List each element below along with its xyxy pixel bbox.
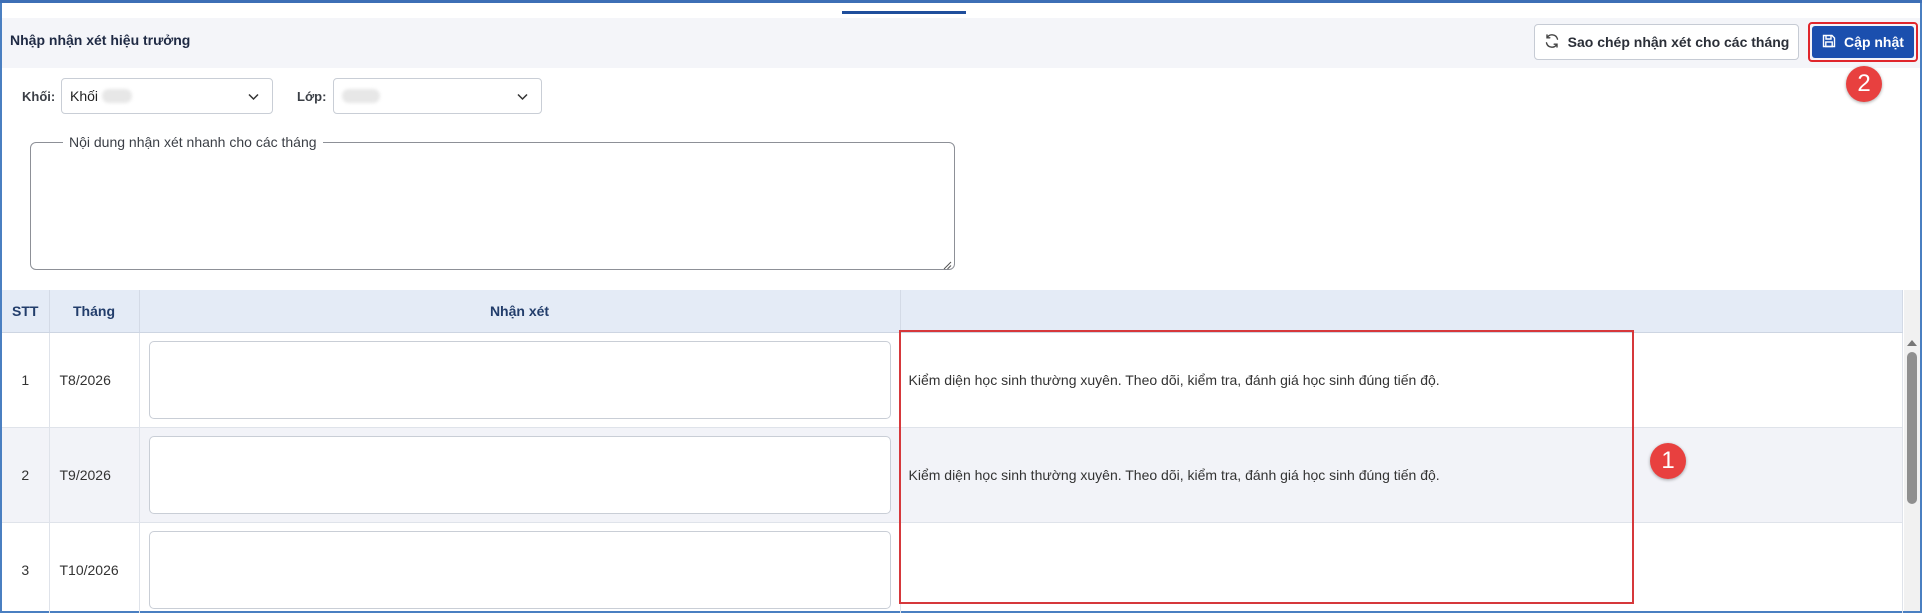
page-title: Nhập nhận xét hiệu trưởng xyxy=(10,32,191,48)
comment-input[interactable] xyxy=(148,435,891,514)
update-button-label: Cập nhật xyxy=(1844,34,1904,50)
table-scrollbar[interactable] xyxy=(1904,290,1920,611)
row-stt: 2 xyxy=(2,427,50,523)
grade-label: Khối: xyxy=(22,89,56,104)
chevron-down-icon xyxy=(516,90,529,103)
row-comment-cell xyxy=(139,522,901,613)
row-stt: 3 xyxy=(2,522,50,613)
update-button-highlight: Cập nhật xyxy=(1808,22,1918,62)
row-suggestion[interactable]: Kiểm diện học sinh thường xuyên. Theo dõ… xyxy=(900,332,1903,428)
annotation-badge-2: 2 xyxy=(1846,66,1882,102)
row-comment-cell xyxy=(139,427,901,523)
blurred-value xyxy=(102,89,133,103)
col-comment-header: Nhận xét xyxy=(139,290,901,333)
table-header-row: STT Tháng Nhận xét xyxy=(2,290,1903,333)
row-month: T8/2026 xyxy=(49,332,140,428)
quick-comment-legend: Nội dung nhận xét nhanh cho các tháng xyxy=(63,134,323,150)
copy-comments-label: Sao chép nhận xét cho các tháng xyxy=(1567,34,1790,50)
scroll-up-arrow-icon[interactable] xyxy=(1907,340,1917,346)
annotation-badge-1: 1 xyxy=(1650,443,1686,479)
comment-input[interactable] xyxy=(148,340,891,419)
refresh-icon xyxy=(1544,33,1560,52)
grade-select-value: Khối xyxy=(70,88,99,104)
row-month: T10/2026 xyxy=(49,522,140,613)
table-row: 2 T9/2026 Kiểm diện học sinh thường xuyê… xyxy=(2,427,1903,523)
row-month: T9/2026 xyxy=(49,427,140,523)
top-strip xyxy=(0,0,1922,3)
col-stt-header: STT xyxy=(2,290,50,333)
row-comment-cell xyxy=(139,332,901,428)
quick-comment-textarea[interactable]: Nội dung nhận xét nhanh cho các tháng xyxy=(30,134,955,270)
comments-table: STT Tháng Nhận xét 1 T8/2026 Kiểm diện h… xyxy=(2,290,1903,613)
blurred-value xyxy=(342,89,380,103)
col-month-header: Tháng xyxy=(49,290,140,333)
grade-select[interactable]: Khối xyxy=(61,78,273,114)
chevron-down-icon xyxy=(247,90,260,103)
class-label: Lớp: xyxy=(297,89,327,104)
copy-comments-button[interactable]: Sao chép nhận xét cho các tháng xyxy=(1534,24,1799,60)
active-tab-indicator xyxy=(842,11,966,14)
update-button[interactable]: Cập nhật xyxy=(1812,26,1914,58)
save-icon xyxy=(1822,34,1836,51)
resize-handle-icon[interactable] xyxy=(942,257,952,270)
row-suggestion[interactable] xyxy=(900,522,1903,613)
comment-input[interactable] xyxy=(148,530,891,609)
row-stt: 1 xyxy=(2,332,50,428)
class-select[interactable] xyxy=(333,78,542,114)
table-row: 1 T8/2026 Kiểm diện học sinh thường xuyê… xyxy=(2,332,1903,428)
scrollbar-thumb[interactable] xyxy=(1907,352,1917,504)
row-suggestion[interactable]: Kiểm diện học sinh thường xuyên. Theo dõ… xyxy=(900,427,1903,523)
col-extra-header xyxy=(900,290,1903,333)
table-row: 3 T10/2026 xyxy=(2,522,1903,613)
